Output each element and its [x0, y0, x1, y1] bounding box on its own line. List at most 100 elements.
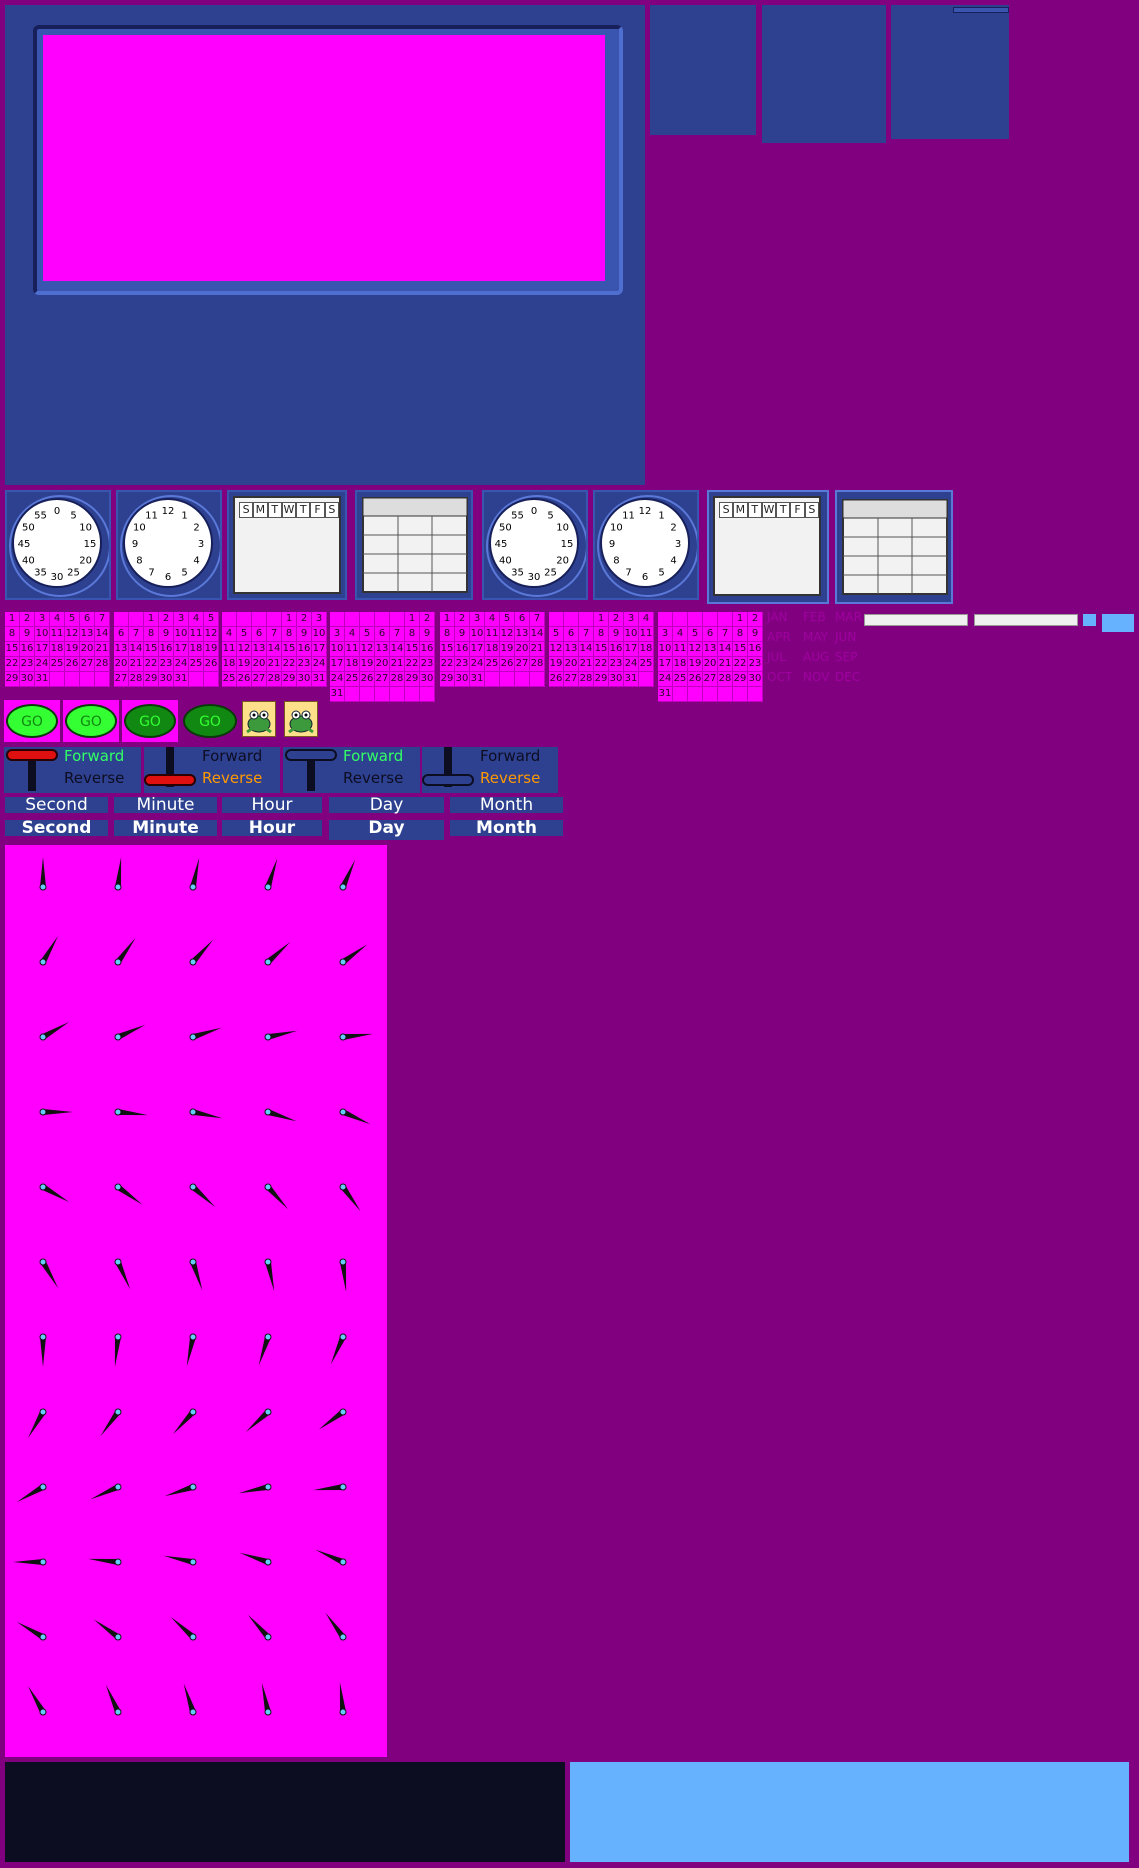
calendar-day[interactable]: 30 [20, 672, 35, 687]
calendar-day[interactable]: 25 [345, 672, 360, 687]
calendar-day[interactable]: 8 [5, 627, 20, 642]
calendar-day[interactable]: 28 [390, 672, 405, 687]
calendar-day[interactable]: 5 [688, 627, 703, 642]
unit-minute[interactable]: Minute [114, 797, 217, 814]
calendar-day[interactable]: 2 [609, 612, 624, 627]
calendar-day[interactable] [549, 612, 564, 627]
calendar-day[interactable]: 10 [174, 627, 189, 642]
calendar-day[interactable]: 15 [405, 642, 420, 657]
calendar-day[interactable]: 5 [360, 627, 375, 642]
go-button-1[interactable]: GO [6, 704, 58, 738]
calendar-day[interactable]: 7 [267, 627, 282, 642]
calendar-day[interactable]: 11 [222, 642, 237, 657]
calendar-day[interactable]: 18 [50, 642, 65, 657]
month-feb[interactable]: FEB [803, 610, 826, 624]
calendar-day[interactable]: 14 [390, 642, 405, 657]
calendar-day[interactable]: 22 [5, 657, 20, 672]
calendar-day[interactable] [420, 687, 435, 702]
calendar-day[interactable]: 14 [579, 642, 594, 657]
calendar-day[interactable]: 7 [579, 627, 594, 642]
calendar-day[interactable]: 4 [639, 612, 654, 627]
calendar-day[interactable] [204, 672, 219, 687]
calendar-day[interactable] [688, 612, 703, 627]
calendar-day[interactable] [718, 687, 733, 702]
calendar-day[interactable]: 25 [485, 657, 500, 672]
calendar-day[interactable]: 23 [20, 657, 35, 672]
calendar-day[interactable]: 27 [114, 672, 129, 687]
calendar-day[interactable]: 11 [639, 627, 654, 642]
calendar-day[interactable]: 14 [267, 642, 282, 657]
calendar-day[interactable]: 27 [515, 657, 530, 672]
calendar-day[interactable]: 21 [129, 657, 144, 672]
calendar-day[interactable]: 7 [718, 627, 733, 642]
calendar-day[interactable] [360, 612, 375, 627]
calendar-day[interactable]: 7 [390, 627, 405, 642]
calendar-day[interactable]: 1 [5, 612, 20, 627]
calendar-day[interactable]: 7 [530, 612, 545, 627]
calendar-day[interactable]: 21 [95, 642, 110, 657]
calendar-day[interactable]: 31 [624, 672, 639, 687]
calendar-day[interactable] [639, 672, 654, 687]
calendar-day[interactable]: 23 [609, 657, 624, 672]
calendar-day[interactable]: 31 [658, 687, 673, 702]
calendar-day[interactable]: 17 [658, 657, 673, 672]
frog-icon-2[interactable] [284, 701, 318, 737]
go-button-2[interactable]: GO [65, 704, 117, 738]
calendar-day[interactable]: 5 [65, 612, 80, 627]
calendar-day[interactable]: 14 [718, 642, 733, 657]
calendar-day[interactable] [50, 672, 65, 687]
direction-lever-1[interactable]: Forward Reverse [4, 747, 141, 793]
calendar-day[interactable]: 6 [515, 612, 530, 627]
calendar-day[interactable]: 13 [703, 642, 718, 657]
calendar-day[interactable]: 9 [20, 627, 35, 642]
calendar-day[interactable]: 15 [594, 642, 609, 657]
calendar-day[interactable]: 8 [405, 627, 420, 642]
calendar-day[interactable]: 25 [639, 657, 654, 672]
calendar-day[interactable]: 28 [718, 672, 733, 687]
calendar-day[interactable]: 6 [703, 627, 718, 642]
calendar-day[interactable]: 16 [748, 642, 763, 657]
calendar-day[interactable] [375, 687, 390, 702]
calendar-day[interactable]: 6 [114, 627, 129, 642]
calendar-day[interactable]: 3 [35, 612, 50, 627]
calendar-day[interactable] [500, 672, 515, 687]
calendar-day[interactable]: 3 [624, 612, 639, 627]
direction-lever-4[interactable]: Forward Reverse [422, 747, 558, 793]
calendar-day[interactable]: 22 [405, 657, 420, 672]
calendar-day[interactable] [65, 672, 80, 687]
calendar-day[interactable]: 27 [703, 672, 718, 687]
calendar-day[interactable]: 22 [282, 657, 297, 672]
calendar-day[interactable]: 25 [222, 672, 237, 687]
calendar-day[interactable]: 2 [748, 612, 763, 627]
direction-lever-3[interactable]: Forward Reverse [283, 747, 420, 793]
calendar-day[interactable]: 12 [549, 642, 564, 657]
calendar-day[interactable]: 21 [530, 642, 545, 657]
calendar-day[interactable] [390, 687, 405, 702]
calendar-day[interactable] [330, 612, 345, 627]
calendar-day[interactable] [360, 687, 375, 702]
month-dec[interactable]: DEC [835, 670, 860, 684]
calendar-day[interactable]: 18 [345, 657, 360, 672]
calendar-day[interactable]: 30 [455, 672, 470, 687]
calendar-day[interactable] [530, 672, 545, 687]
calendar-day[interactable]: 18 [222, 657, 237, 672]
calendar-day[interactable] [129, 612, 144, 627]
calendar-day[interactable]: 8 [440, 627, 455, 642]
calendar-day[interactable]: 14 [530, 627, 545, 642]
calendar-day[interactable]: 26 [204, 657, 219, 672]
calendar-day[interactable] [189, 672, 204, 687]
calendar-day[interactable]: 13 [375, 642, 390, 657]
month-jan[interactable]: JAN [767, 610, 788, 624]
calendar-day[interactable]: 29 [144, 672, 159, 687]
calendar-day[interactable]: 26 [65, 657, 80, 672]
calendar-day[interactable]: 6 [80, 612, 95, 627]
calendar-day[interactable]: 3 [174, 612, 189, 627]
calendar-day[interactable]: 1 [405, 612, 420, 627]
calendar-day[interactable]: 1 [594, 612, 609, 627]
calendar-day[interactable] [579, 612, 594, 627]
calendar-day[interactable]: 7 [129, 627, 144, 642]
calendar-day[interactable]: 10 [330, 642, 345, 657]
calendar-day[interactable]: 16 [420, 642, 435, 657]
calendar-day[interactable]: 15 [5, 642, 20, 657]
calendar-day[interactable]: 10 [470, 627, 485, 642]
